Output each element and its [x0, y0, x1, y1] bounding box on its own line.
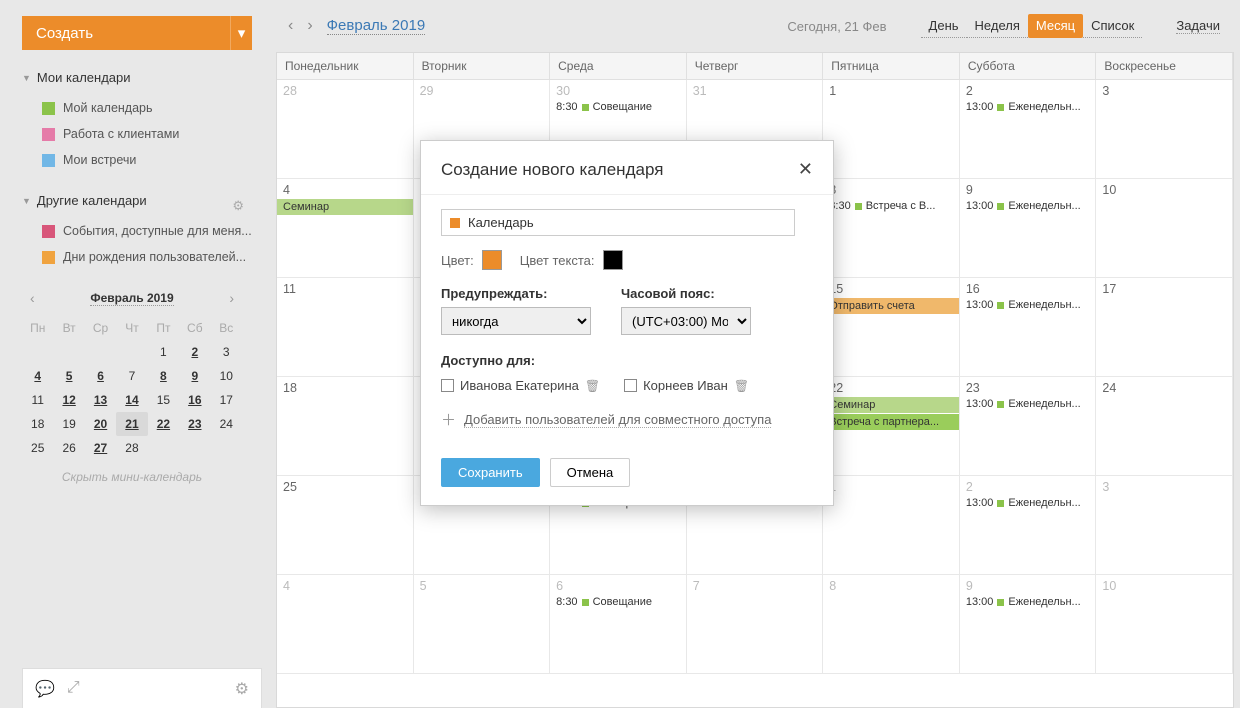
day-cell[interactable]: 8	[823, 575, 960, 673]
user-icon	[441, 379, 454, 392]
event[interactable]: 8:30Встреча с В...	[829, 199, 953, 213]
notify-select[interactable]: никогда	[441, 307, 591, 335]
gear-icon[interactable]: ⚙	[232, 198, 244, 214]
event[interactable]: 13:00Еженедельн...	[966, 397, 1090, 411]
day-cell[interactable]: 1	[823, 80, 960, 178]
delete-user-icon[interactable]: 🗑	[585, 379, 600, 393]
tasks-link[interactable]: Задачи	[1176, 18, 1220, 34]
calendar-item[interactable]: Мой календарь	[22, 95, 262, 121]
hide-mini-link[interactable]: Скрыть мини-календарь	[22, 470, 242, 484]
create-button[interactable]: Создать ▾	[22, 16, 252, 50]
chat-icon[interactable]: 💬	[35, 679, 55, 699]
day-cell[interactable]: 10	[1096, 575, 1233, 673]
day-cell[interactable]: 15 Отправить счета	[823, 278, 960, 376]
checkbox-icon	[42, 225, 55, 238]
timezone-select[interactable]: (UTC+03:00) Moscow	[621, 307, 751, 335]
event[interactable]: 13:00Еженедельн...	[966, 100, 1090, 114]
caret-down-icon: ▾	[230, 16, 252, 50]
create-label: Создать	[36, 25, 93, 42]
event[interactable]: 13:00Еженедельн...	[966, 199, 1090, 213]
color-picker[interactable]	[482, 250, 502, 270]
text-color-picker[interactable]	[603, 250, 623, 270]
day-cell[interactable]: 8 8:30Встреча с В...	[823, 179, 960, 277]
calendar-item[interactable]: События, доступные для меня...	[22, 218, 262, 244]
bottom-panel: 💬 ⤢ ⚙	[22, 668, 262, 708]
event[interactable]: 13:00Еженедельн...	[966, 496, 1090, 510]
calendar-name-input[interactable]: Календарь	[441, 209, 795, 236]
prev-month-icon[interactable]: ‹	[30, 290, 35, 306]
mini-calendar: ‹ Февраль 2019 › ПнВтСрЧтПтСбВс 123 4567…	[22, 286, 242, 484]
today-label: Сегодня, 21 Фев	[787, 19, 886, 34]
close-icon[interactable]: ✕	[798, 159, 813, 180]
next-month-icon[interactable]: ›	[229, 290, 234, 306]
day-cell[interactable]: 16 13:00Еженедельн...	[960, 278, 1097, 376]
checkbox-icon	[42, 251, 55, 264]
day-cell[interactable]: 5	[414, 575, 551, 673]
shared-user: Иванова Екатерина 🗑	[441, 378, 600, 393]
calendar-item[interactable]: Работа с клиентами	[22, 121, 262, 147]
view-week[interactable]: Неделя	[967, 14, 1028, 38]
event[interactable]: 8:30Совещание	[556, 100, 680, 114]
add-users-link[interactable]: ＋ Добавить пользователей для совместного…	[441, 409, 813, 430]
view-list[interactable]: Список	[1083, 14, 1142, 38]
view-day[interactable]: День	[921, 14, 967, 38]
day-cell[interactable]: 2 13:00Еженедельн...	[960, 476, 1097, 574]
event-bar[interactable]: Семинар	[823, 397, 959, 413]
day-cell[interactable]: 4 Семинар	[277, 179, 414, 277]
day-cell[interactable]: 1	[823, 476, 960, 574]
day-cell[interactable]: 9 13:00Еженедельн...	[960, 179, 1097, 277]
color-swatch-icon	[450, 218, 460, 228]
day-cell[interactable]: 2 13:00Еженедельн...	[960, 80, 1097, 178]
calendar-item[interactable]: Мои встречи	[22, 147, 262, 173]
day-cell[interactable]: 24	[1096, 377, 1233, 475]
event-bar[interactable]: Встреча с партнера...	[823, 414, 959, 430]
cancel-button[interactable]: Отмена	[550, 458, 631, 487]
other-calendars-header[interactable]: ▼Другие календари	[22, 193, 147, 208]
checkbox-icon	[42, 128, 55, 141]
next-icon[interactable]: ›	[307, 17, 312, 35]
modal-title: Создание нового календаря	[441, 160, 663, 180]
day-cell[interactable]: 9 13:00Еженедельн...	[960, 575, 1097, 673]
expand-icon[interactable]: ⤢	[67, 679, 80, 699]
event[interactable]: 8:30Совещание	[556, 595, 680, 609]
save-button[interactable]: Сохранить	[441, 458, 540, 487]
day-cell[interactable]: 3	[1096, 476, 1233, 574]
prev-icon[interactable]: ‹	[288, 17, 293, 35]
event[interactable]: 13:00Еженедельн...	[966, 595, 1090, 609]
day-cell[interactable]: 23 13:00Еженедельн...	[960, 377, 1097, 475]
event[interactable]: 13:00Еженедельн...	[966, 298, 1090, 312]
day-cell[interactable]: 10	[1096, 179, 1233, 277]
day-cell[interactable]: 18	[277, 377, 414, 475]
day-cell[interactable]: 4	[277, 575, 414, 673]
day-cell[interactable]: 17	[1096, 278, 1233, 376]
checkbox-icon	[42, 102, 55, 115]
day-cell[interactable]: 3	[1096, 80, 1233, 178]
event-bar[interactable]: Отправить счета	[823, 298, 959, 314]
my-calendars-header[interactable]: ▼Мои календари	[22, 70, 262, 85]
current-month[interactable]: Февраль 2019	[327, 17, 426, 35]
checkbox-icon	[42, 154, 55, 167]
calendar-item[interactable]: Дни рождения пользователей...	[22, 244, 262, 270]
mini-month-title[interactable]: Февраль 2019	[90, 291, 173, 306]
user-icon	[624, 379, 637, 392]
new-calendar-modal: Создание нового календаря ✕ Календарь Цв…	[420, 140, 834, 506]
day-cell[interactable]: 11	[277, 278, 414, 376]
day-cell[interactable]: 6 8:30Совещание	[550, 575, 687, 673]
day-cell[interactable]: 22 Семинар Встреча с партнера...	[823, 377, 960, 475]
day-cell[interactable]: 28	[277, 80, 414, 178]
delete-user-icon[interactable]: 🗑	[734, 379, 749, 393]
view-month[interactable]: Месяц	[1028, 14, 1083, 38]
shared-user: Корнеев Иван 🗑	[624, 378, 749, 393]
event-bar[interactable]: Семинар	[277, 199, 413, 215]
plus-icon: ＋	[441, 409, 456, 430]
day-cell[interactable]: 7	[687, 575, 824, 673]
day-cell[interactable]: 25	[277, 476, 414, 574]
gear-icon[interactable]: ⚙	[235, 679, 249, 699]
